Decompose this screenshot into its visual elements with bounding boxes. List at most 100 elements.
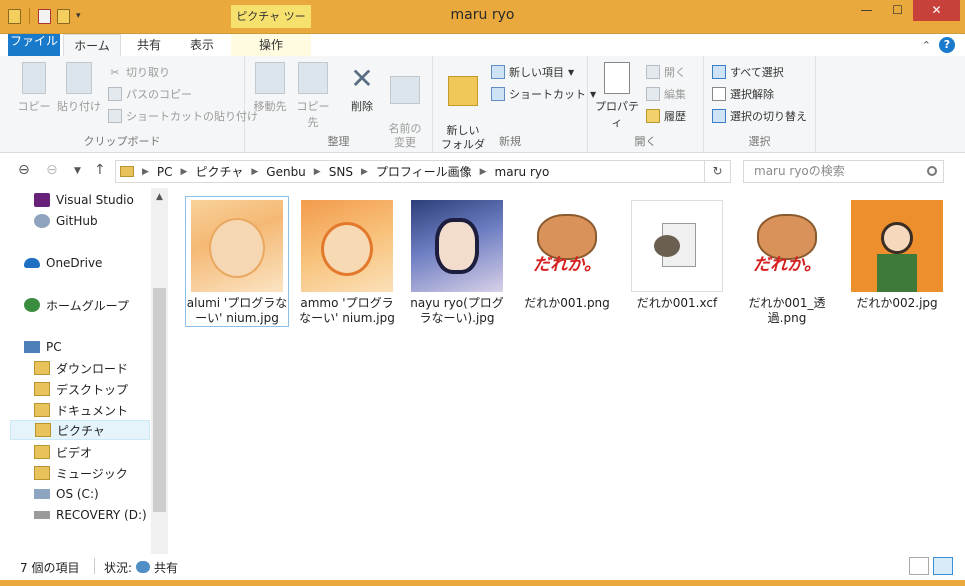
breadcrumb-genbu[interactable]: Genbu — [266, 165, 306, 179]
nav-item-pc[interactable]: PC — [24, 337, 149, 357]
open-label: 開く — [664, 66, 686, 79]
breadcrumb-maru-ryo[interactable]: maru ryo — [495, 165, 550, 179]
shortcut-button[interactable]: ショートカット ▼ — [491, 86, 596, 102]
forward-button[interactable]: ⊖ — [46, 162, 58, 178]
file-item[interactable]: ammo 'プログラなーい' nium.jpg — [295, 200, 399, 326]
logo-text: だれか。 — [753, 255, 821, 275]
file-name: だれか001.xcf — [636, 296, 718, 310]
face-shape — [209, 218, 265, 278]
tab-home[interactable]: ホーム — [63, 34, 121, 57]
nav-item-desktop[interactable]: デスクトップ — [34, 379, 149, 399]
nav-item-music[interactable]: ミュージック — [34, 463, 149, 483]
new-item-button[interactable]: 新しい項目 ▼ — [491, 64, 574, 80]
nav-item-label: ビデオ — [56, 445, 93, 460]
collapse-ribbon-icon[interactable]: ⌃ — [922, 39, 931, 52]
file-item[interactable]: だれか。 だれか001_透過.png — [735, 200, 839, 326]
minimize-button[interactable]: — — [851, 0, 882, 21]
help-icon[interactable]: ? — [939, 37, 955, 53]
nav-item-pictures[interactable]: ピクチャ — [10, 420, 150, 440]
documents-folder-icon — [34, 403, 50, 417]
search-icon — [927, 166, 937, 176]
breadcrumb-profile-images[interactable]: プロフィール画像 — [376, 163, 472, 180]
file-item[interactable]: nayu ryo(プログラなーい).jpg — [405, 200, 509, 326]
nav-item-github[interactable]: GitHub — [34, 211, 149, 231]
scissors-icon: ✂ — [110, 65, 120, 79]
paste-button[interactable]: 貼り付け — [56, 62, 102, 114]
navigation-bar: ⊖ ⊖ ▼ ↑ ▶ PC ▶ ピクチャ ▶ Genbu ▶ SNS ▶ プロフィ… — [0, 153, 965, 188]
details-view-icon[interactable] — [909, 557, 929, 575]
properties-button[interactable]: プロパティ — [592, 62, 642, 130]
copy-path-icon — [108, 87, 122, 101]
breadcrumb-pictures[interactable]: ピクチャ — [195, 163, 243, 180]
videos-folder-icon — [34, 445, 50, 459]
select-none-button[interactable]: 選択解除 — [712, 86, 774, 102]
nav-item-visual-studio[interactable]: Visual Studio — [34, 190, 149, 210]
recent-locations-icon[interactable]: ▼ — [74, 166, 81, 176]
large-icons-view-icon[interactable] — [933, 557, 953, 575]
breadcrumb-pc[interactable]: PC — [157, 165, 173, 179]
invert-selection-label: 選択の切り替え — [730, 110, 807, 123]
nav-item-label: ピクチャ — [57, 423, 105, 438]
new-folder-button[interactable]: 新しい フォルダー — [438, 62, 488, 166]
character-body — [877, 254, 917, 292]
tab-share[interactable]: 共有 — [125, 34, 173, 57]
nav-scrollbar[interactable]: ▲ — [151, 188, 168, 554]
copy-path-button[interactable]: パスのコピー — [108, 86, 192, 102]
nav-item-downloads[interactable]: ダウンロード — [34, 358, 149, 378]
scrollbar-thumb[interactable] — [153, 288, 166, 512]
file-item[interactable]: だれか002.jpg — [845, 200, 949, 311]
file-item[interactable]: だれか。 だれか001.png — [515, 200, 619, 311]
file-item[interactable]: だれか001.xcf — [625, 200, 729, 311]
share-icon — [136, 561, 151, 573]
nav-item-documents[interactable]: ドキュメント — [34, 400, 149, 420]
search-input[interactable]: maru ryoの検索 — [743, 160, 944, 183]
status-separator — [94, 558, 95, 574]
open-button[interactable]: 開く — [646, 64, 686, 80]
move-to-button[interactable]: 移動先 — [251, 62, 289, 114]
tab-manage[interactable]: 操作 — [231, 34, 311, 57]
nav-item-label: ドキュメント — [56, 403, 129, 418]
nav-item-drive-c[interactable]: OS (C:) — [34, 484, 149, 504]
character-head — [881, 222, 913, 254]
breadcrumb-sns[interactable]: SNS — [329, 165, 353, 179]
ribbon-right-controls: ⌃ ? — [922, 37, 955, 53]
invert-selection-button[interactable]: 選択の切り替え — [712, 108, 807, 124]
address-bar[interactable]: ▶ PC ▶ ピクチャ ▶ Genbu ▶ SNS ▶ プロフィール画像 ▶ m… — [115, 160, 705, 183]
nav-item-label: OneDrive — [46, 256, 103, 270]
delete-button[interactable]: ✕ 削除 — [343, 62, 381, 114]
maximize-button[interactable]: ☐ — [882, 0, 913, 21]
new-group-label: 新規 — [499, 135, 521, 148]
up-button[interactable]: ↑ — [94, 162, 106, 178]
close-button[interactable]: ✕ — [913, 0, 960, 21]
invert-selection-icon — [712, 109, 726, 123]
cut-button[interactable]: ✂ 切り取り — [108, 64, 170, 80]
select-group-label: 選択 — [748, 135, 771, 148]
breadcrumb-separator: ▶ — [142, 166, 149, 177]
breadcrumb-separator: ▶ — [251, 166, 259, 177]
select-all-button[interactable]: すべて選択 — [712, 64, 784, 80]
nav-item-label: RECOVERY (D:) — [56, 508, 147, 522]
select-none-label: 選択解除 — [730, 88, 774, 101]
back-button[interactable]: ⊖ — [18, 162, 30, 178]
nav-item-videos[interactable]: ビデオ — [34, 442, 149, 462]
refresh-button[interactable]: ↻ — [705, 160, 731, 183]
nav-item-onedrive[interactable]: OneDrive — [24, 253, 149, 273]
file-item[interactable]: alumi 'プログラなーい' nium.jpg — [185, 196, 289, 327]
visual-studio-icon — [34, 193, 50, 207]
drive-d-icon — [34, 511, 50, 519]
move-to-icon — [255, 62, 285, 94]
bear-face — [537, 214, 597, 260]
nav-item-homegroup[interactable]: ホームグループ — [24, 295, 149, 315]
tab-file[interactable]: ファイル — [8, 34, 60, 57]
history-icon — [646, 109, 660, 123]
copy-button[interactable]: コピー — [14, 62, 54, 114]
tab-view[interactable]: 表示 — [178, 34, 226, 57]
history-button[interactable]: 履歴 — [646, 108, 686, 124]
ribbon-tabs: ファイル ホーム 共有 表示 操作 ⌃ ? — [0, 33, 965, 57]
copy-to-button[interactable]: コピー先 — [293, 62, 333, 130]
nav-item-drive-d[interactable]: RECOVERY (D:) — [34, 505, 149, 525]
scroll-up-icon[interactable]: ▲ — [151, 192, 168, 202]
bear-face — [757, 214, 817, 260]
edit-button[interactable]: 編集 — [646, 86, 686, 102]
paste-shortcut-button[interactable]: ショートカットの貼り付け — [108, 108, 258, 124]
